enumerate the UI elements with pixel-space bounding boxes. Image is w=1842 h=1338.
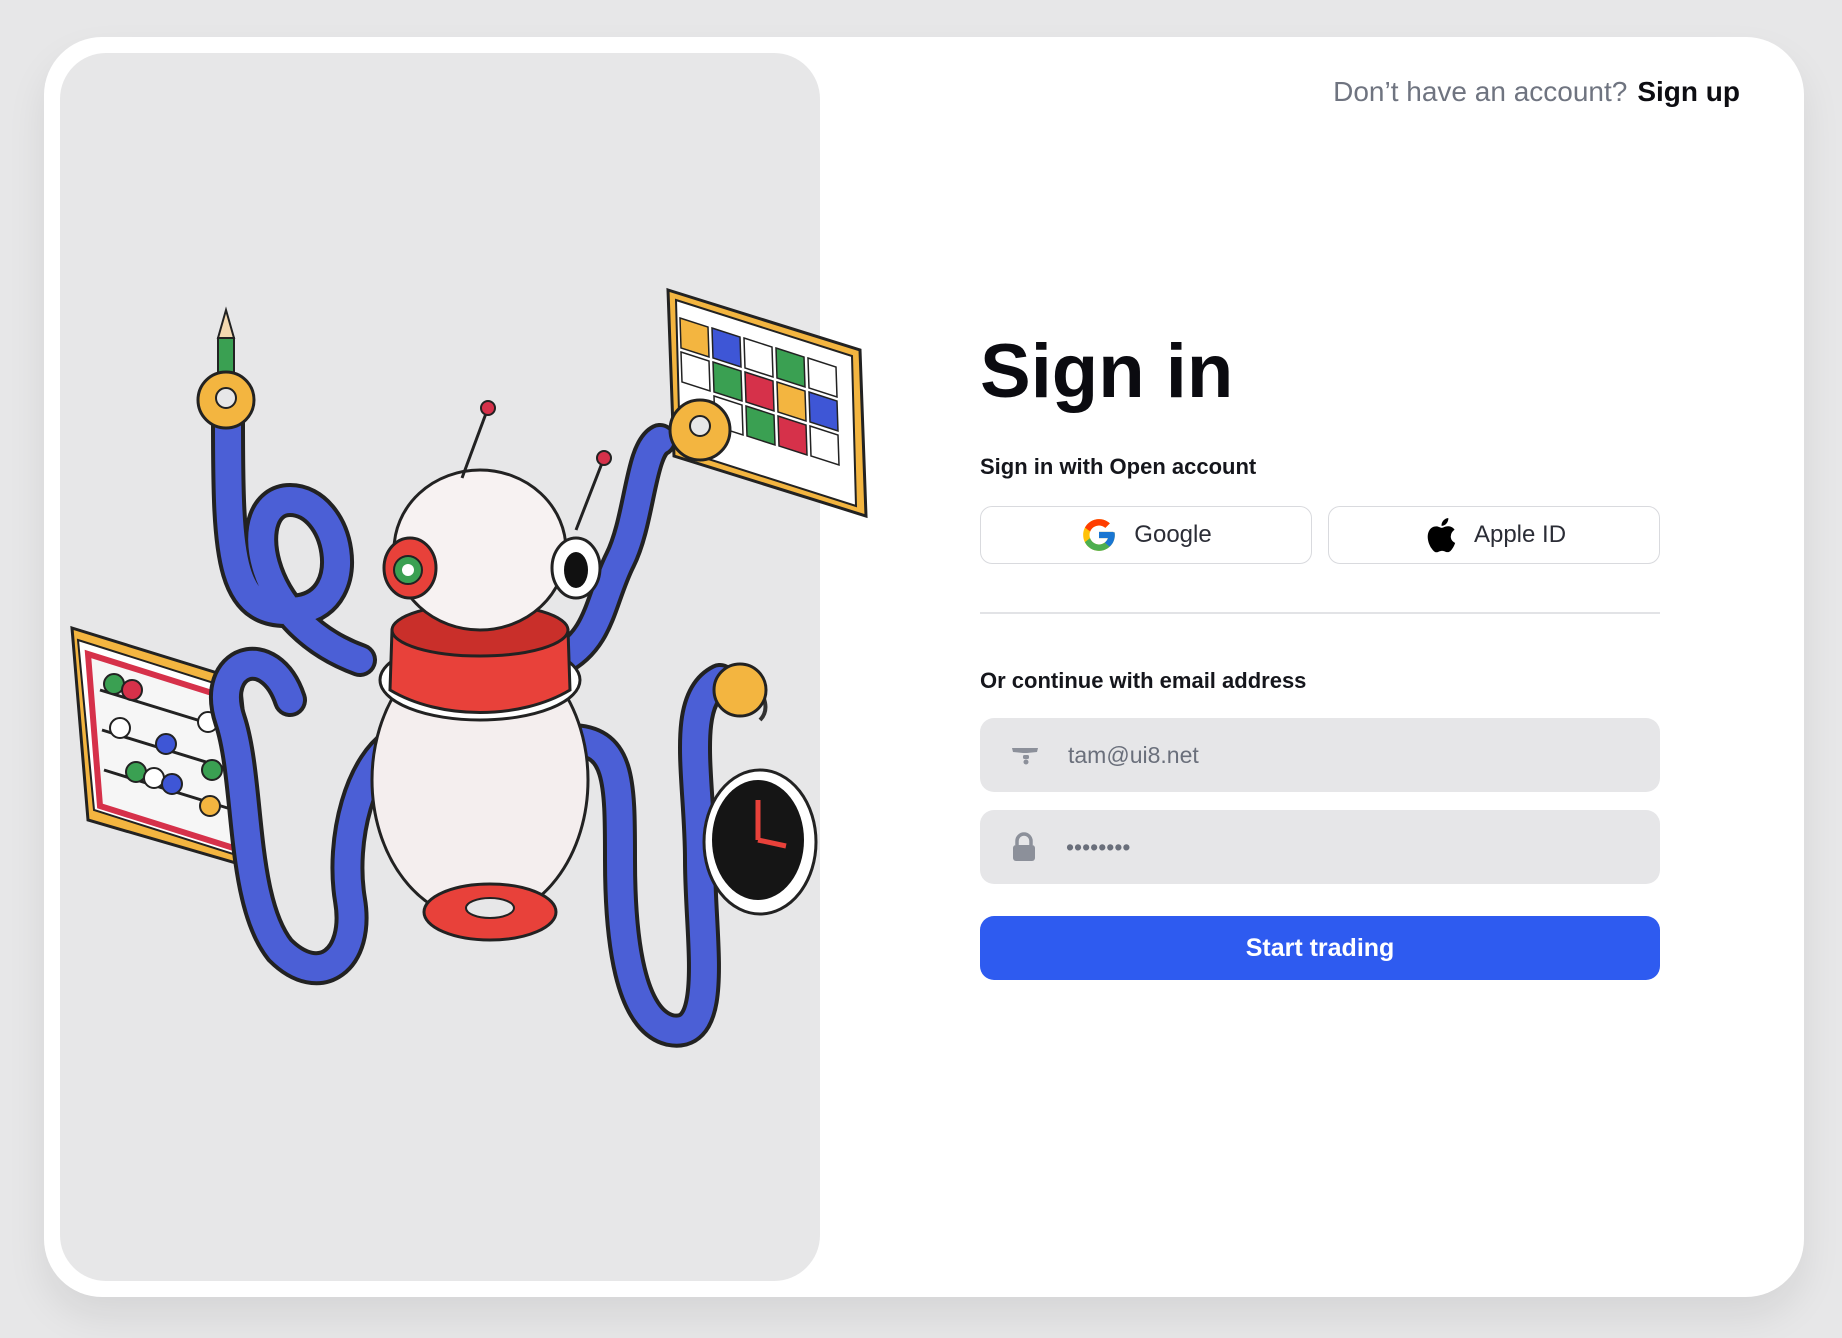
password-field[interactable] (980, 810, 1660, 884)
sign-up-link[interactable]: Sign up (1637, 76, 1740, 108)
email-input[interactable] (1066, 740, 1630, 770)
mail-icon (1012, 748, 1038, 765)
email-field[interactable] (980, 718, 1660, 792)
password-input[interactable] (1064, 832, 1628, 862)
social-login-row: Google Apple ID (980, 506, 1660, 564)
sign-in-form: Sign in Sign in with Open account Google… (980, 330, 1660, 980)
google-sign-in-button[interactable]: Google (980, 506, 1312, 564)
page-title: Sign in (980, 329, 1234, 414)
open-account-label: Sign in with Open account (980, 454, 1257, 479)
lock-icon (1013, 832, 1035, 861)
email-section-label: Or continue with email address (980, 668, 1307, 693)
apple-logo-icon (1427, 518, 1456, 553)
start-trading-button[interactable]: Start trading (980, 916, 1660, 980)
signup-prompt: Don’t have an account? Sign up (1333, 72, 1740, 112)
google-button-label: Google (1134, 521, 1212, 548)
divider (980, 612, 1660, 614)
illustration-panel (60, 53, 820, 1281)
apple-sign-in-button[interactable]: Apple ID (1328, 506, 1660, 564)
google-logo-icon (1083, 519, 1116, 551)
apple-button-label: Apple ID (1473, 521, 1567, 548)
no-account-text: Don’t have an account? (1333, 76, 1628, 107)
